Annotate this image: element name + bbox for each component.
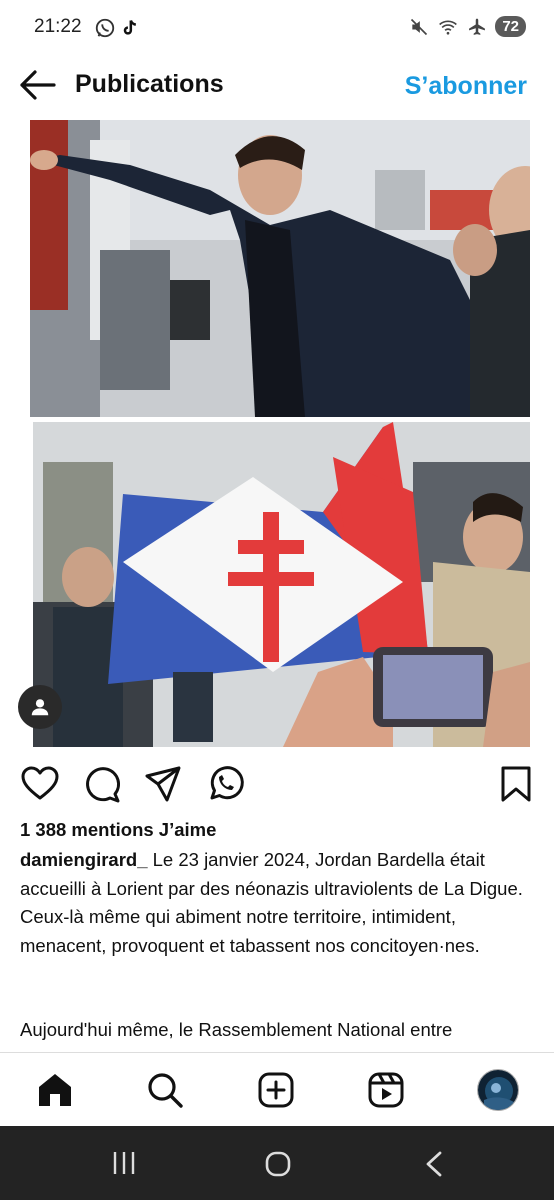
caption-username[interactable]: damiengirard_ (20, 849, 148, 870)
person-icon (31, 699, 49, 716)
post-caption: damiengirard_ Le 23 janvier 2024, Jordan… (20, 846, 540, 960)
profile-avatar[interactable] (477, 1069, 519, 1111)
home-icon[interactable] (36, 1071, 74, 1109)
heart-icon[interactable] (20, 764, 60, 804)
search-icon[interactable] (146, 1071, 184, 1109)
tagged-users-button[interactable] (18, 685, 62, 729)
bookmark-icon[interactable] (496, 764, 536, 804)
status-time: 21:22 (34, 16, 82, 37)
back-chevron-icon[interactable] (424, 1150, 444, 1178)
comment-icon[interactable] (82, 764, 122, 804)
system-navigation-bar (0, 1126, 554, 1200)
arrow-left-icon (20, 70, 56, 100)
post-image[interactable] (30, 120, 530, 747)
group-holding-flag-with-cross-of-lorraine-photo (33, 422, 530, 747)
likes-count[interactable]: 1 388 mentions J’aime (20, 819, 216, 841)
status-bar: 21:22 72 (0, 0, 554, 58)
wifi-icon (439, 20, 458, 35)
tiktok-icon (123, 20, 137, 35)
home-circle-icon[interactable] (264, 1150, 292, 1178)
mute-icon (411, 18, 428, 35)
reels-icon[interactable] (367, 1071, 405, 1109)
post-action-bar (0, 760, 554, 806)
subscribe-button[interactable]: S’abonner (405, 72, 527, 101)
back-button[interactable] (18, 68, 58, 102)
airplane-icon (469, 18, 486, 35)
whatsapp-icon[interactable] (205, 764, 245, 804)
share-icon[interactable] (143, 764, 183, 804)
bottom-nav (0, 1052, 554, 1126)
whatsapp-icon (95, 18, 115, 38)
battery-badge: 72 (495, 16, 526, 37)
header: Publications S’abonner (0, 58, 554, 114)
avatar-image (478, 1070, 518, 1110)
page-title: Publications (75, 70, 224, 98)
recent-apps-icon[interactable] (110, 1150, 138, 1176)
create-icon[interactable] (257, 1071, 295, 1109)
man-in-navy-coat-reaching-out-crowd-photo (30, 120, 530, 417)
